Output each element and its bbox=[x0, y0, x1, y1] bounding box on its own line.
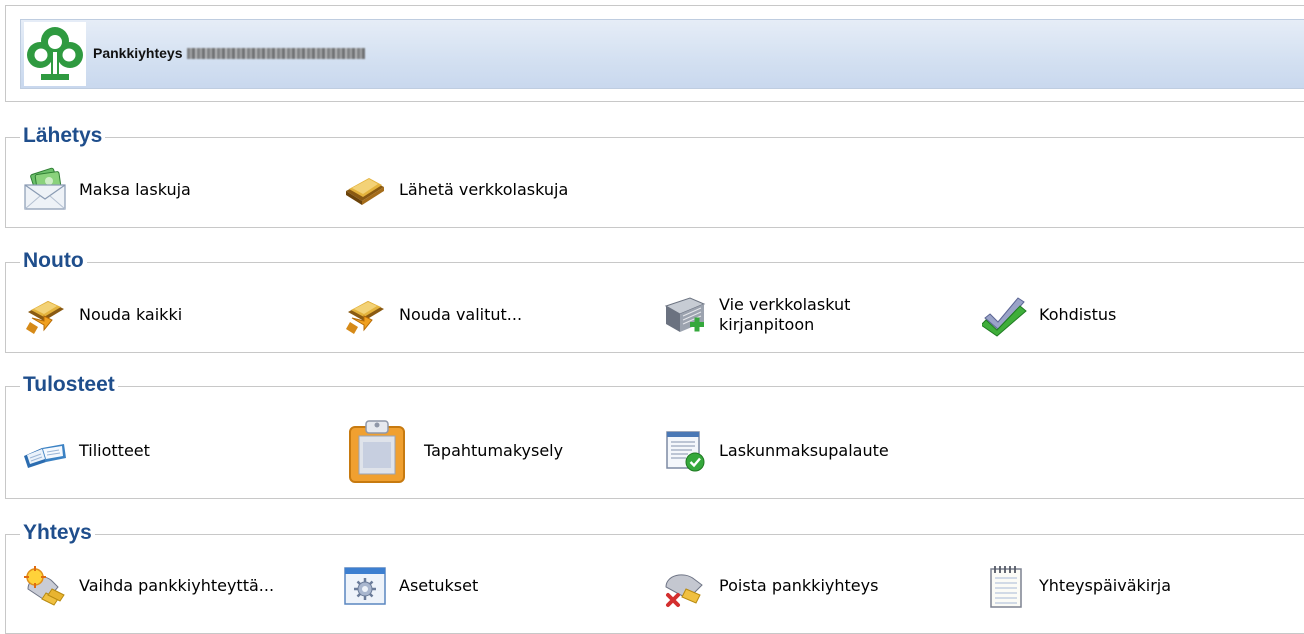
section-title-yhteys: Yhteys bbox=[20, 521, 95, 545]
section-yhteys: Yhteys Vaihda pankkiyhteyttä... Asetukse… bbox=[5, 521, 1304, 634]
allocation-label: Kohdistus bbox=[1039, 305, 1117, 324]
section-nouto: Nouto Nouda kaikki Nouda valitut... Vie … bbox=[5, 249, 1304, 353]
account-statements-label: Tiliotteet bbox=[79, 441, 150, 460]
payment-feedback-button[interactable]: Laskunmaksupalaute bbox=[661, 427, 889, 475]
banner-title-text: Pankkiyhteys bbox=[93, 45, 183, 61]
account-statements-button[interactable]: Tiliotteet bbox=[21, 427, 150, 475]
document-check-icon bbox=[661, 427, 709, 475]
connection-switch-icon bbox=[21, 562, 69, 610]
section-title-lahetys: Lähetys bbox=[20, 124, 106, 148]
settings-label: Asetukset bbox=[399, 576, 479, 595]
banner: Pankkiyhteys bbox=[20, 19, 1304, 89]
export-to-accounting-button[interactable]: Vie verkkolaskut kirjanpitoon bbox=[661, 291, 879, 339]
download-wallet-icon bbox=[341, 291, 389, 339]
fetch-selected-label: Nouda valitut... bbox=[399, 305, 523, 324]
envelope-money-icon bbox=[21, 166, 69, 214]
allocation-button[interactable]: Kohdistus bbox=[981, 291, 1116, 339]
switch-connection-label: Vaihda pankkiyhteyttä... bbox=[79, 576, 275, 595]
settings-window-icon bbox=[341, 562, 389, 610]
notepad-icon bbox=[981, 562, 1029, 610]
connection-remove-icon bbox=[661, 562, 709, 610]
open-book-icon bbox=[21, 427, 69, 475]
redacted-bank-name bbox=[186, 48, 365, 59]
transaction-query-button[interactable]: Tapahtumakysely bbox=[346, 417, 563, 485]
payment-feedback-label: Laskunmaksupalaute bbox=[719, 441, 889, 460]
section-title-nouto: Nouto bbox=[20, 249, 87, 273]
export-to-accounting-label: Vie verkkolaskut kirjanpitoon bbox=[719, 295, 851, 334]
fetch-selected-button[interactable]: Nouda valitut... bbox=[341, 291, 522, 339]
download-wallet-icon bbox=[21, 291, 69, 339]
remove-connection-button[interactable]: Poista pankkiyhteys bbox=[661, 562, 878, 610]
banner-title: Pankkiyhteys bbox=[93, 45, 365, 61]
connection-log-button[interactable]: Yhteyspäiväkirja bbox=[981, 562, 1171, 610]
remove-connection-label: Poista pankkiyhteys bbox=[719, 576, 879, 595]
fetch-all-button[interactable]: Nouda kaikki bbox=[21, 291, 182, 339]
pay-invoices-label: Maksa laskuja bbox=[79, 180, 191, 199]
fetch-all-label: Nouda kaikki bbox=[79, 305, 183, 324]
section-tulosteet: Tulosteet Tiliotteet Tapahtumakysely Las… bbox=[5, 373, 1304, 499]
section-title-tulosteet: Tulosteet bbox=[20, 373, 118, 397]
section-lahetys: Lähetys Maksa laskuja Lähetä verkkolasku… bbox=[5, 124, 1304, 228]
book-add-icon bbox=[661, 291, 709, 339]
send-e-invoices-label: Lähetä verkkolaskuja bbox=[399, 180, 569, 199]
settings-button[interactable]: Asetukset bbox=[341, 562, 478, 610]
gold-wallet-icon bbox=[341, 166, 389, 214]
tree-logo-icon bbox=[24, 22, 86, 86]
clipboard-icon bbox=[346, 417, 408, 485]
double-check-icon bbox=[981, 291, 1029, 339]
connection-log-label: Yhteyspäiväkirja bbox=[1039, 576, 1172, 595]
switch-connection-button[interactable]: Vaihda pankkiyhteyttä... bbox=[21, 562, 274, 610]
pay-invoices-button[interactable]: Maksa laskuja bbox=[21, 166, 191, 214]
send-e-invoices-button[interactable]: Lähetä verkkolaskuja bbox=[341, 166, 568, 214]
transaction-query-label: Tapahtumakysely bbox=[424, 441, 564, 460]
